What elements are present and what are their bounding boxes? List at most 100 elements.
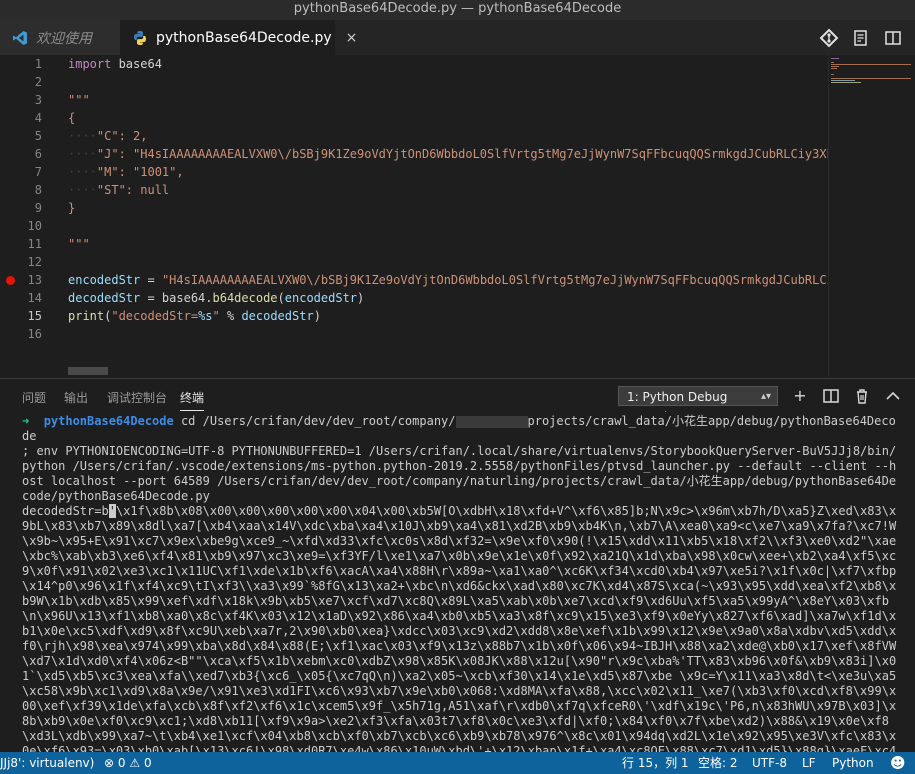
code-token: "M": "1001",: [96, 165, 184, 179]
panel-actions: +: [778, 385, 902, 407]
code-line[interactable]: 4{: [0, 109, 828, 127]
code-token: ····: [68, 183, 97, 197]
code-token: }: [68, 201, 76, 215]
code-token: encodedStr: [68, 273, 141, 287]
code-line[interactable]: 13 encodedStr = "H4sIAAAAAAAAEALVXW0\/bSB…: [0, 271, 828, 289]
vscode-icon: [12, 30, 28, 46]
code-token: "C": 2,: [96, 129, 148, 143]
line-number: 1: [34, 57, 42, 71]
chevron-up-icon[interactable]: [884, 387, 902, 405]
code-token: (: [277, 291, 285, 305]
line-number: 3: [34, 93, 42, 107]
code-line[interactable]: 1 import base64: [0, 55, 828, 73]
code-line[interactable]: 9}: [0, 199, 828, 217]
tab-debug-console[interactable]: 调试控制台: [107, 389, 167, 406]
code-line[interactable]: 8 ····"ST": null: [0, 181, 828, 199]
line-number: 7: [34, 165, 42, 179]
prompt-directory: pythonBase64Decode: [43, 414, 174, 428]
status-language[interactable]: Python: [832, 752, 874, 774]
open-preview-icon[interactable]: [851, 28, 871, 48]
code-line[interactable]: 5 ····"C": 2,: [0, 127, 828, 145]
code-line[interactable]: 12: [0, 253, 828, 271]
line-code: ····"C": 2,: [68, 127, 147, 145]
editor-tab-bar: 欢迎使用 pythonBase64Decode.py ×: [0, 20, 915, 55]
add-terminal-icon[interactable]: +: [791, 387, 809, 405]
warning-count: 0: [143, 756, 152, 770]
trash-icon[interactable]: [853, 387, 871, 405]
status-python-env[interactable]: JJj8': virtualenv): [0, 752, 94, 774]
line-code: ····"J": "H4sIAAAAAAAAEALVXW0\/bSBj9K1Ze…: [68, 145, 828, 163]
code-editor[interactable]: 1 import base64 2 3 """ 4{5 ····"C": 2, 6 ····"J…: [0, 55, 828, 377]
select-caret-icon: ▴▾: [760, 391, 771, 402]
code-token: "decodedStr=: [111, 309, 199, 323]
code-line[interactable]: 2: [0, 73, 828, 91]
status-indentation[interactable]: 空格: 2: [698, 752, 738, 774]
tab-close-icon[interactable]: ×: [346, 30, 358, 46]
decoded-output: \x1f\x8b\x08\x00\x00\x00\x00\x00\x04\x00…: [22, 504, 897, 752]
code-token: "J": "H4sIAAAAAAAAEALVXW0\/bSBj9K1Ze9oVd…: [96, 147, 828, 161]
feedback-smiley-icon[interactable]: ☻: [890, 752, 906, 774]
tab-problems[interactable]: 问题: [22, 389, 46, 406]
line-number: 2: [34, 75, 42, 89]
status-problems[interactable]: ⊗ 0 ⚠ 0: [104, 752, 152, 774]
terminal-output[interactable]: ➜ pythonBase64Decode cd /Users/crifan/de…: [0, 412, 915, 752]
split-editor-icon[interactable]: [883, 28, 903, 48]
source-control-diff-icon[interactable]: [819, 28, 839, 48]
code-token: ): [357, 291, 365, 305]
status-eol[interactable]: LF: [802, 752, 816, 774]
terminal-select[interactable]: 1: Python Debug Console ▴▾: [618, 386, 778, 424]
status-bar: JJj8': virtualenv) ⊗ 0 ⚠ 0 行 15，列 1 空格: …: [0, 752, 915, 774]
code-line[interactable]: 3 """: [0, 91, 828, 109]
split-terminal-icon[interactable]: [822, 387, 840, 405]
code-token: = base64.: [140, 291, 213, 305]
tab-welcome[interactable]: 欢迎使用: [0, 20, 120, 55]
line-number: 8: [34, 183, 42, 197]
code-token: ····: [68, 147, 97, 161]
line-code: import base64: [68, 55, 162, 73]
line-number: 15: [27, 309, 42, 323]
line-code: ····"ST": null: [68, 181, 169, 199]
status-encoding[interactable]: UTF-8: [752, 752, 787, 774]
code-line[interactable]: 7 ····"M": "1001",: [0, 163, 828, 181]
terminal-command-part1: cd /Users/crifan/dev/dev_root/company/: [173, 414, 456, 428]
breakpoint-icon[interactable]: [6, 276, 15, 285]
code-token: ": [212, 309, 220, 323]
panel-header: 问题 输出 调试控制台 终端 1: Python Debug Console ▴…: [0, 378, 915, 424]
horizontal-scrollbar[interactable]: [68, 367, 108, 375]
code-token: ····: [68, 129, 97, 143]
status-cursor-position[interactable]: 行 15，列 1: [622, 752, 689, 774]
code-line[interactable]: 11 """: [0, 235, 828, 253]
code-line[interactable]: 15 print("decodedStr=%s" % decodedStr): [0, 307, 828, 325]
python-file-icon: [132, 30, 148, 46]
code-token: %: [219, 309, 242, 323]
code-token: import: [68, 57, 112, 71]
redacted-segment: [455, 415, 528, 428]
tab-python-file[interactable]: pythonBase64Decode.py ×: [120, 20, 357, 55]
line-code: """: [68, 91, 90, 109]
tab-python-file-label: pythonBase64Decode.py: [156, 29, 332, 46]
line-code: """: [68, 235, 90, 253]
code-token: encodedStr: [284, 291, 358, 305]
code-line[interactable]: 14 decodedStr = base64.b64decode(encodedS…: [0, 289, 828, 307]
warning-icon: ⚠: [129, 756, 141, 770]
tab-terminal[interactable]: 终端: [180, 389, 205, 411]
prompt-arrow-icon: ➜: [22, 414, 30, 428]
code-line[interactable]: 16: [0, 325, 828, 343]
error-count: 0: [117, 756, 126, 770]
tab-welcome-label: 欢迎使用: [36, 30, 92, 47]
code-line[interactable]: 10: [0, 217, 828, 235]
line-number: 12: [27, 255, 42, 269]
code-token: b64decode: [212, 291, 278, 305]
code-line[interactable]: 6 ····"J": "H4sIAAAAAAAAEALVXW0\/bSBj9K1Z…: [0, 145, 828, 163]
code-token: "H4sIAAAAAAAAEALVXW0\/bSBj9K1Ze9oVdYjtOn…: [161, 273, 828, 287]
code-token: print: [68, 309, 105, 323]
editor-actions: [819, 20, 915, 55]
line-code: encodedStr = "H4sIAAAAAAAAEALVXW0\/bSBj9…: [68, 271, 828, 289]
line-number: 6: [34, 147, 42, 161]
line-code: ····"M": "1001",: [68, 163, 184, 181]
minimap[interactable]: [828, 55, 915, 377]
line-code: print("decodedStr=%s" % decodedStr): [68, 307, 321, 325]
line-number: 4: [34, 111, 42, 125]
tab-output[interactable]: 输出: [64, 389, 88, 406]
line-number: 16: [27, 327, 42, 341]
